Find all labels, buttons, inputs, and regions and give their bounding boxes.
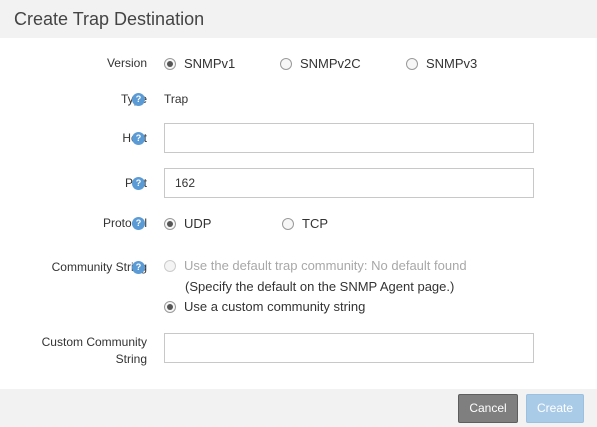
community-option-default-label: Use the default trap community: No defau… bbox=[184, 258, 467, 273]
question-circle-icon[interactable]: ? bbox=[132, 217, 145, 230]
protocol-option-udp[interactable]: UDP bbox=[164, 216, 211, 232]
protocol-option-label: TCP bbox=[302, 216, 328, 231]
protocol-radio-udp[interactable] bbox=[164, 218, 176, 230]
question-circle-icon[interactable]: ? bbox=[132, 93, 145, 106]
question-circle-icon[interactable]: ? bbox=[132, 261, 145, 274]
community-option-custom-label: Use a custom community string bbox=[184, 299, 366, 314]
dialog-header: Create Trap Destination bbox=[0, 0, 597, 38]
community-option-default: Use the default trap community: No defau… bbox=[164, 258, 467, 274]
custom-community-label-line1: Custom Community bbox=[41, 335, 147, 349]
version-option-snmpv1[interactable]: SNMPv1 bbox=[164, 56, 235, 72]
type-value: Trap bbox=[164, 92, 189, 106]
protocol-option-label: UDP bbox=[184, 216, 212, 231]
version-radio-snmpv2c[interactable] bbox=[280, 58, 292, 70]
cancel-button[interactable]: Cancel bbox=[458, 394, 518, 423]
protocol-radio-tcp[interactable] bbox=[282, 218, 294, 230]
port-input[interactable] bbox=[164, 168, 534, 198]
question-circle-icon[interactable]: ? bbox=[132, 177, 145, 190]
version-option-label: SNMPv3 bbox=[426, 56, 478, 71]
version-option-snmpv2c[interactable]: SNMPv2C bbox=[280, 56, 361, 72]
version-option-snmpv3[interactable]: SNMPv3 bbox=[406, 56, 477, 72]
version-radio-snmpv3[interactable] bbox=[406, 58, 418, 70]
host-input[interactable] bbox=[164, 123, 534, 153]
community-default-hint: (Specify the default on the SNMP Agent p… bbox=[185, 279, 455, 294]
protocol-option-tcp[interactable]: TCP bbox=[282, 216, 328, 232]
community-radio-custom[interactable] bbox=[164, 301, 176, 313]
create-button[interactable]: Create bbox=[526, 394, 584, 423]
custom-community-input[interactable] bbox=[164, 333, 534, 363]
version-option-label: SNMPv1 bbox=[184, 56, 236, 71]
custom-community-label-line2: String bbox=[115, 352, 147, 366]
community-radio-default bbox=[164, 260, 176, 272]
version-label: Version bbox=[106, 56, 147, 70]
dialog-title: Create Trap Destination bbox=[14, 9, 205, 29]
community-option-custom[interactable]: Use a custom community string bbox=[164, 299, 365, 315]
version-option-label: SNMPv2C bbox=[300, 56, 361, 71]
question-circle-icon[interactable]: ? bbox=[132, 132, 145, 145]
version-radio-snmpv1[interactable] bbox=[164, 58, 176, 70]
